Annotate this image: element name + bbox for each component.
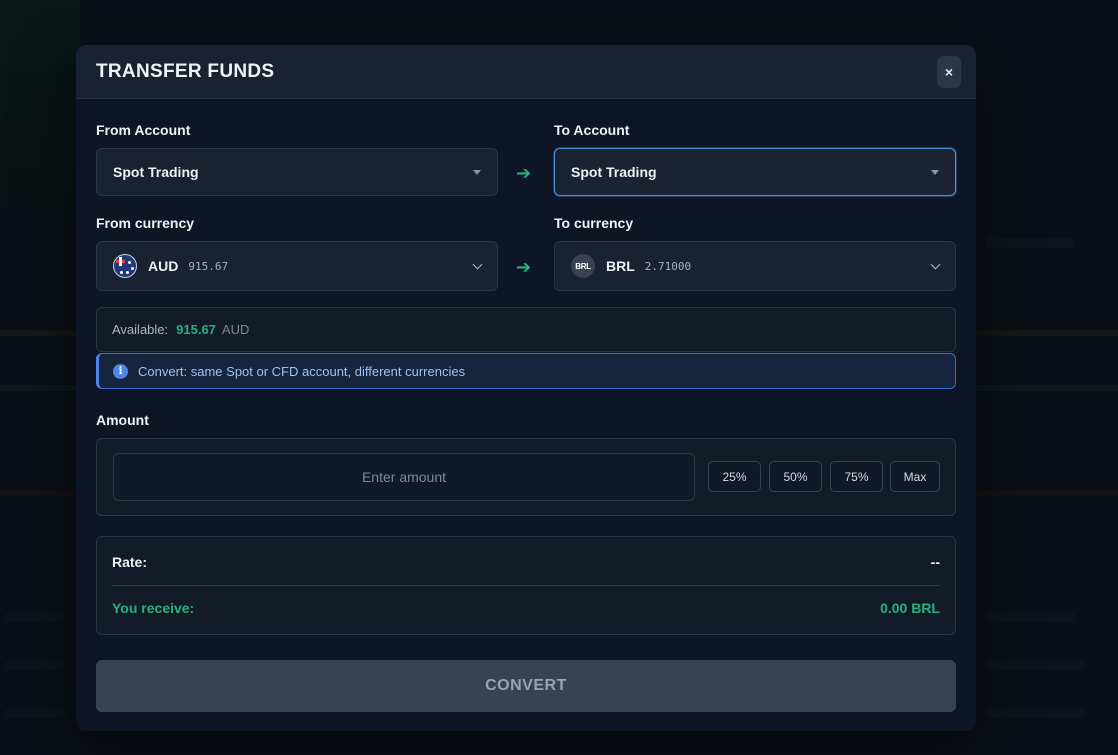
from-currency-select[interactable]: AUD 915.67: [96, 241, 498, 291]
to-currency-label: To currency: [554, 215, 634, 231]
available-balance-box: Available: 915.67 AUD: [96, 307, 956, 352]
to-account-label: To Account: [554, 122, 630, 138]
quick-max-button[interactable]: Max: [890, 461, 940, 492]
summary-divider: [112, 585, 940, 586]
chevron-down-icon: [930, 259, 941, 269]
to-currency-balance: 2.71000: [644, 259, 692, 273]
receive-value: 0.00 BRL: [880, 600, 940, 616]
info-banner: i Convert: same Spot or CFD account, dif…: [96, 353, 956, 389]
to-currency-select[interactable]: BRL BRL 2.71000: [554, 241, 956, 291]
info-icon: i: [113, 363, 128, 379]
quick-75-button[interactable]: 75%: [830, 461, 883, 492]
quick-25-button[interactable]: 25%: [708, 461, 761, 492]
close-icon: ×: [944, 63, 954, 80]
quick-50-button[interactable]: 50%: [769, 461, 822, 492]
from-currency-label: From currency: [96, 215, 195, 231]
amount-label: Amount: [96, 412, 149, 428]
caret-down-icon: [931, 169, 939, 175]
available-currency: AUD: [221, 322, 250, 337]
from-currency-balance: 915.67: [188, 259, 229, 273]
modal-title: TRANSFER FUNDS: [96, 60, 275, 82]
australia-flag-icon: [113, 254, 137, 278]
arrow-right-icon: ➔: [516, 257, 532, 277]
transfer-funds-modal: TRANSFER FUNDS × From Account To Account…: [76, 45, 976, 731]
rate-label: Rate:: [112, 554, 148, 570]
available-label: Available:: [112, 322, 169, 337]
arrow-right-icon: ➔: [516, 163, 532, 183]
from-currency-code: AUD: [148, 258, 179, 274]
rate-row: Rate: --: [112, 554, 940, 570]
available-value: 915.67: [176, 322, 216, 337]
close-button[interactable]: ×: [937, 55, 961, 88]
receive-label: You receive:: [112, 600, 195, 616]
caret-down-icon: [473, 169, 481, 175]
from-account-label: From Account: [96, 122, 191, 138]
conversion-summary: Rate: -- You receive: 0.00 BRL: [96, 536, 956, 635]
to-account-value: Spot Trading: [571, 164, 657, 180]
receive-row: You receive: 0.00 BRL: [112, 600, 940, 616]
modal-header: TRANSFER FUNDS ×: [76, 45, 976, 99]
from-account-value: Spot Trading: [113, 164, 199, 180]
amount-input[interactable]: [113, 453, 695, 501]
from-account-select[interactable]: Spot Trading: [96, 148, 498, 196]
convert-button[interactable]: CONVERT: [96, 660, 956, 712]
to-currency-code: BRL: [606, 258, 635, 274]
amount-box: 25% 50% 75% Max: [96, 438, 956, 516]
info-text: Convert: same Spot or CFD account, diffe…: [138, 363, 466, 379]
to-account-select[interactable]: Spot Trading: [554, 148, 956, 196]
brl-badge-icon: BRL: [571, 254, 595, 278]
rate-value: --: [930, 554, 940, 570]
chevron-down-icon: [472, 259, 483, 269]
